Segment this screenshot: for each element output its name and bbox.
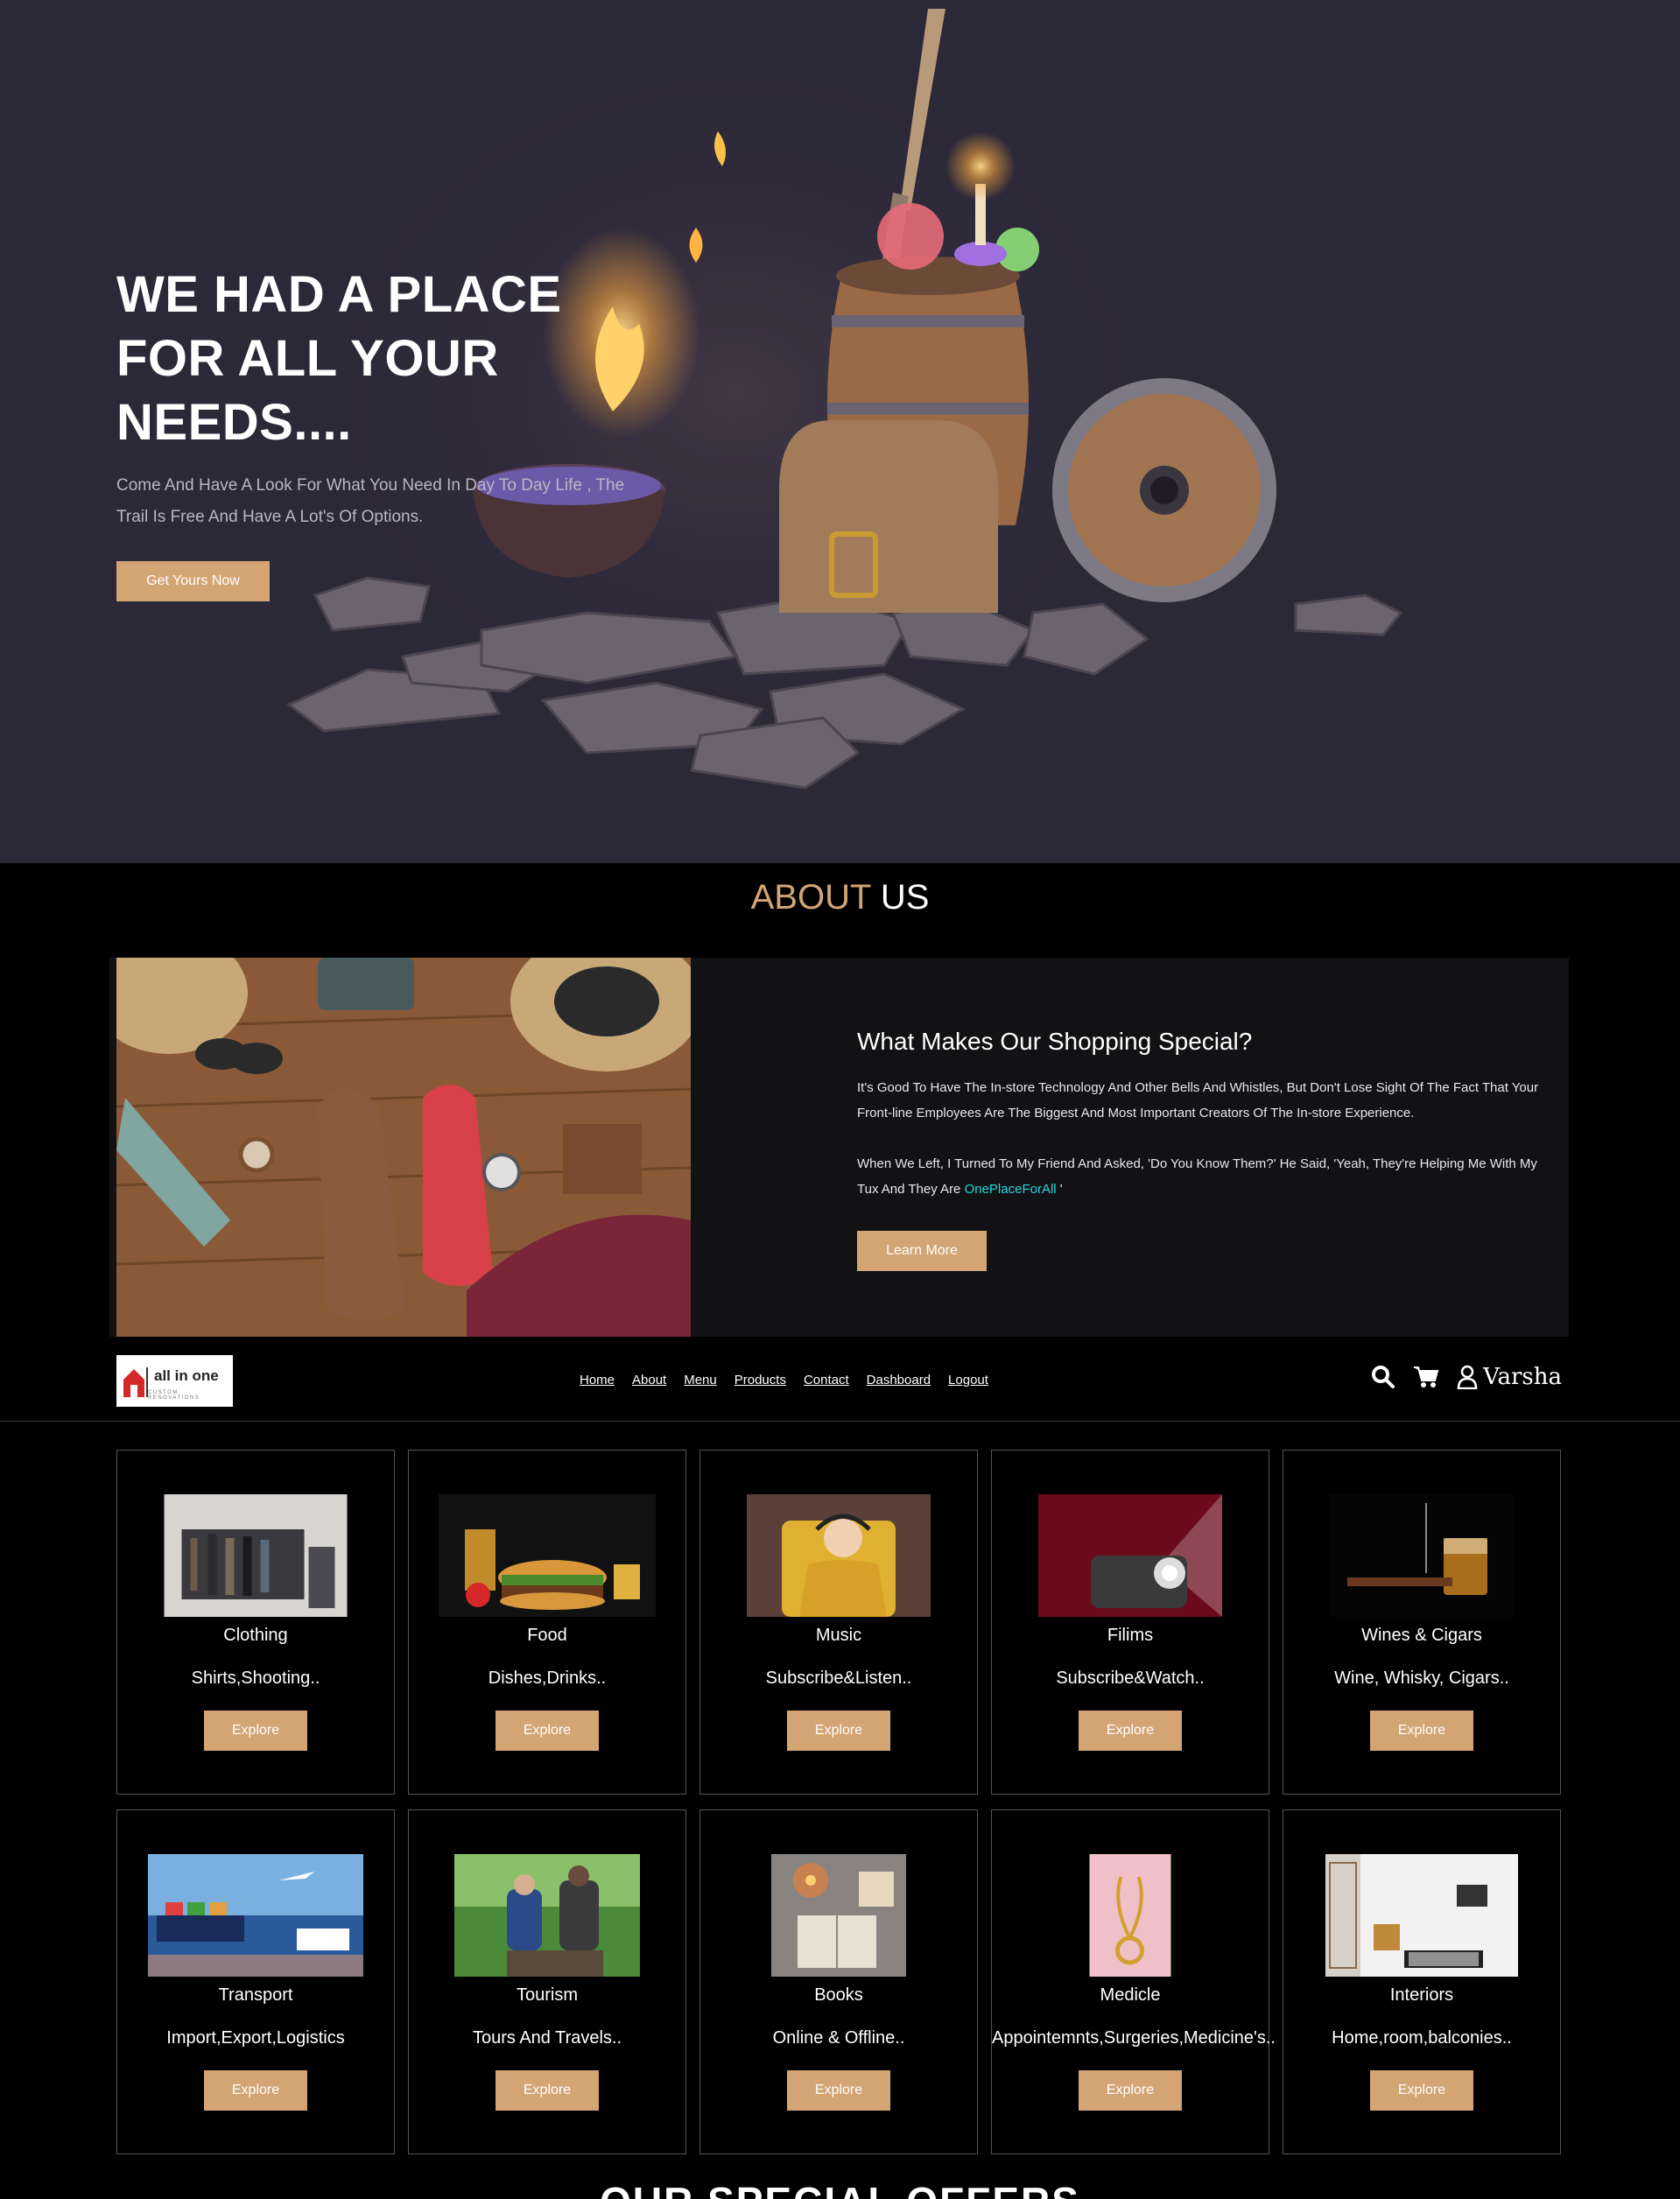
category-name: Food (527, 1626, 567, 1645)
about-paragraph-2-text: When We Left, I Turned To My Friend And … (857, 1156, 1537, 1197)
next-section-heading: OUR SPECIAL OFFERS (0, 2178, 1680, 2199)
about-paragraph-1: It's Good To Have The In-store Technolog… (857, 1080, 1539, 1121)
explore-button[interactable]: Explore (496, 2070, 599, 2111)
about-content: What Makes Our Shopping Special? It's Go… (857, 1028, 1549, 1271)
about-title: What Makes Our Shopping Special? (857, 1028, 1253, 1055)
category-name: Music (815, 1626, 862, 1645)
nav-link-dashboard[interactable]: Dashboard (867, 1373, 931, 1388)
category-description: Subscribe&Watch.. (1056, 1669, 1205, 1688)
tourism-image (454, 1854, 640, 1977)
category-name: Medicle (1100, 1985, 1161, 2005)
explore-button[interactable]: Explore (204, 2070, 307, 2111)
category-card: Books Online & Offline.. Explore (699, 1809, 978, 2154)
logo-text: all in one (154, 1367, 219, 1384)
user-name: Varsha (1483, 1364, 1562, 1390)
category-description: Shirts,Shooting.. (191, 1669, 320, 1688)
about-heading-white: US (880, 878, 930, 917)
hero-text: WE HAD A PLACE FOR ALL YOUR NEEDS.... Co… (116, 263, 729, 601)
category-name: Books (814, 1985, 863, 2005)
explore-button[interactable]: Explore (787, 2070, 890, 2111)
category-card: Tourism Tours And Travels.. Explore (408, 1809, 686, 2154)
category-card: Interiors Home,room,balconies.. Explore (1283, 1809, 1561, 2154)
learn-more-button[interactable]: Learn More (857, 1231, 987, 1271)
category-card: Music Subscribe&Listen.. Explore (699, 1450, 978, 1795)
category-card: Wines & Cigars Wine, Whisky, Cigars.. Expl… (1283, 1450, 1561, 1795)
category-description: Subscribe&Listen.. (765, 1669, 912, 1688)
category-card: Filims Subscribe&Watch.. Explore (991, 1450, 1269, 1795)
clothing-image (164, 1494, 348, 1617)
hero-subtitle: Come And Have A Look For What You Need I… (116, 476, 625, 526)
logo-subtext: CUSTOM RENOVATIONS (148, 1390, 200, 1401)
cart-icon[interactable] (1413, 1365, 1439, 1389)
explore-button[interactable]: Explore (1370, 1711, 1473, 1751)
explore-button[interactable]: Explore (1370, 2070, 1473, 2111)
about-card: What Makes Our Shopping Special? It's Go… (109, 958, 1569, 1337)
user-icon (1457, 1365, 1478, 1389)
about-paragraph-2-suffix: ' (1056, 1182, 1063, 1197)
category-description: Online & Offline.. (772, 2028, 905, 2048)
category-name: Filims (1107, 1626, 1154, 1645)
user-menu[interactable]: Varsha (1457, 1364, 1562, 1390)
interiors-image (1325, 1854, 1518, 1977)
get-yours-now-button[interactable]: Get Yours Now (116, 561, 270, 601)
category-card: Food Dishes,Drinks.. Explore (408, 1450, 686, 1795)
travel-items-image (116, 958, 691, 1337)
transport-image (148, 1854, 363, 1977)
hero-title: WE HAD A PLACE FOR ALL YOUR NEEDS.... (116, 266, 562, 451)
about-paragraph-2: When We Left, I Turned To My Friend And … (857, 1151, 1549, 1202)
nav-link-contact[interactable]: Contact (804, 1373, 849, 1388)
nav-link-menu[interactable]: Menu (684, 1373, 717, 1388)
nav-link-products[interactable]: Products (735, 1373, 786, 1388)
category-name: Clothing (223, 1626, 288, 1645)
category-card: Medicle Appointemnts,Surgeries,Medicine's… (991, 1809, 1276, 2154)
category-description: Dishes,Drinks.. (488, 1669, 607, 1688)
food-image (439, 1494, 656, 1617)
nav-link-about[interactable]: About (632, 1373, 666, 1388)
explore-button[interactable]: Explore (787, 1711, 890, 1751)
explore-button[interactable]: Explore (1079, 2070, 1182, 2111)
about-heading-gold: ABOUT (750, 878, 871, 917)
search-icon[interactable] (1371, 1365, 1395, 1389)
about-heading: ABOUT US (0, 878, 1680, 917)
category-description: Appointemnts,Surgeries,Medicine's.. (992, 2028, 1276, 2048)
category-description: Home,room,balconies.. (1332, 2028, 1512, 2048)
oneplaceforall-link[interactable]: OnePlaceForAll (965, 1182, 1057, 1197)
category-name: Tourism (516, 1985, 578, 2005)
books-image (771, 1854, 906, 1977)
hero-section: WE HAD A PLACE FOR ALL YOUR NEEDS.... Co… (0, 0, 1680, 863)
nav-links: Home About Menu Products Contact Dashboa… (580, 1373, 988, 1388)
explore-button[interactable]: Explore (496, 1711, 599, 1751)
wine-image (1330, 1494, 1514, 1617)
category-name: Interiors (1389, 1985, 1454, 2005)
music-image (747, 1494, 931, 1617)
navbar: all in one CUSTOM RENOVATIONS Home About… (0, 1339, 1680, 1422)
nav-link-logout[interactable]: Logout (948, 1373, 988, 1388)
category-description: Wine, Whisky, Cigars.. (1334, 1669, 1509, 1688)
category-description: Tours And Travels.. (472, 2028, 622, 2048)
category-card: Transport Import,Export,Logistics Explore (116, 1809, 395, 2154)
logo[interactable]: all in one CUSTOM RENOVATIONS (116, 1355, 233, 1407)
explore-button[interactable]: Explore (1079, 1711, 1182, 1751)
films-image (1038, 1494, 1222, 1617)
category-grid: Clothing Shirts,Shooting.. Explore Food Dish… (116, 1450, 1563, 2154)
category-name: Transport (218, 1985, 293, 2005)
nav-right: Varsha (1371, 1364, 1562, 1390)
nav-link-home[interactable]: Home (580, 1373, 615, 1388)
medicle-image (1089, 1854, 1171, 1977)
explore-button[interactable]: Explore (204, 1711, 307, 1751)
category-description: Import,Export,Logistics (166, 2028, 345, 2048)
category-card: Clothing Shirts,Shooting.. Explore (116, 1450, 395, 1795)
category-name: Wines & Cigars (1361, 1626, 1482, 1645)
